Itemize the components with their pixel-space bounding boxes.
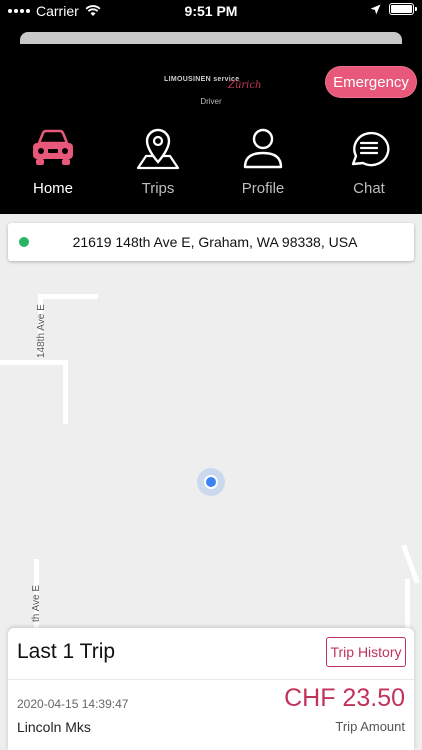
divider xyxy=(8,679,414,680)
sheet-handle xyxy=(20,32,402,44)
main-nav: Home Trips Profile Chat xyxy=(0,124,422,204)
chat-icon xyxy=(351,131,390,167)
app-header: Carrier 9:51 PM LIMOUSINEN service Züric… xyxy=(0,0,422,214)
trip-date: 2020-04-15 14:39:47 xyxy=(17,697,129,711)
status-time: 9:51 PM xyxy=(184,3,238,19)
last-trip-card: Last 1 Trip Trip History 2020-04-15 14:3… xyxy=(8,628,414,750)
emergency-button[interactable]: Emergency xyxy=(325,66,417,98)
nav-label-chat: Chat xyxy=(353,180,385,197)
location-arrow-icon xyxy=(370,4,381,14)
trip-amount-label: Trip Amount xyxy=(335,719,405,734)
map-road xyxy=(0,360,68,365)
status-bar: Carrier 9:51 PM xyxy=(0,0,422,24)
trip-amount: CHF 23.50 xyxy=(284,684,405,712)
logo-subtitle: Driver xyxy=(200,97,222,106)
street-label: th Ave E xyxy=(31,584,42,622)
company-logo: LIMOUSINEN service Zürich Driver xyxy=(160,70,262,110)
map-pin-icon xyxy=(136,128,180,170)
map-road xyxy=(63,360,68,424)
nav-item-trips[interactable]: Trips xyxy=(113,124,203,202)
nav-label-profile: Profile xyxy=(241,180,285,197)
battery-icon xyxy=(389,3,417,15)
nav-item-profile[interactable]: Profile xyxy=(218,124,308,202)
user-icon xyxy=(243,128,283,169)
status-dot xyxy=(19,237,29,247)
current-location-marker xyxy=(197,468,225,496)
car-icon xyxy=(33,129,73,165)
nav-item-chat[interactable]: Chat xyxy=(324,124,414,202)
nav-label-trips: Trips xyxy=(141,180,175,197)
address-bar[interactable]: 21619 148th Ave E, Graham, WA 98338, USA xyxy=(8,223,414,261)
street-label: 148th Ave E xyxy=(36,304,47,358)
nav-label-home: Home xyxy=(32,180,73,197)
nav-item-home[interactable]: Home xyxy=(8,124,98,202)
trip-vehicle: Lincoln Mks xyxy=(17,719,91,735)
trip-history-button[interactable]: Trip History xyxy=(326,637,406,667)
map-road xyxy=(38,294,98,299)
trip-card-title: Last 1 Trip xyxy=(17,640,116,663)
map-road xyxy=(401,544,420,584)
current-address: 21619 148th Ave E, Graham, WA 98338, USA xyxy=(72,234,358,250)
